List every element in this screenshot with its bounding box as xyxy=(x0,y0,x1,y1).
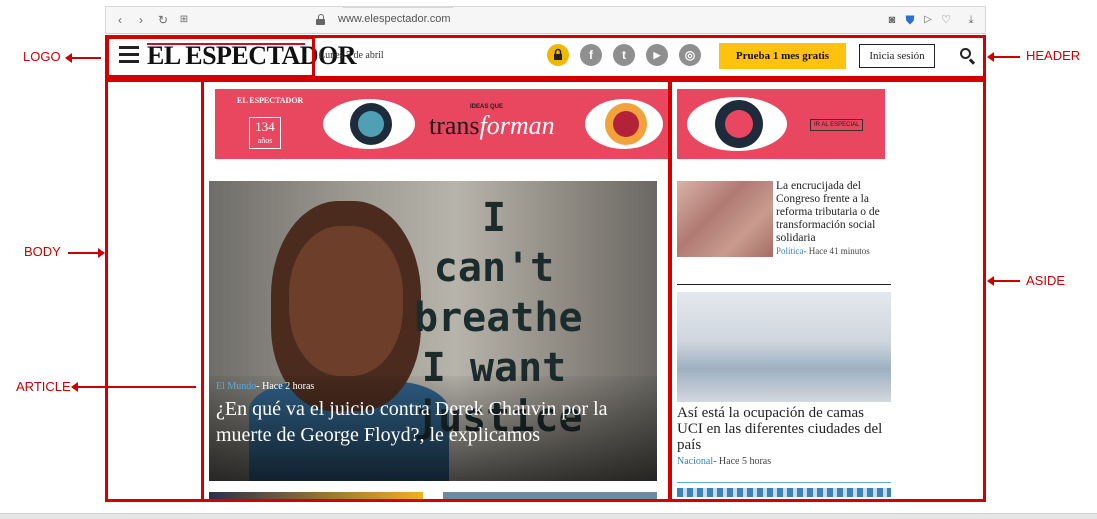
logo-region-box xyxy=(106,36,315,78)
header-annotation: HEADER xyxy=(1026,48,1081,63)
logo-arrow xyxy=(65,53,101,63)
article-annotation: ARTICLE xyxy=(16,379,71,394)
send-icon[interactable]: ▷ xyxy=(920,12,936,28)
aside-annotation: ASIDE xyxy=(1026,273,1066,288)
article-region-box xyxy=(201,79,672,502)
bottom-scroll-area xyxy=(0,513,1097,519)
article-arrow xyxy=(71,382,196,392)
logo-annotation: LOGO xyxy=(23,49,61,64)
header-arrow xyxy=(987,52,1020,62)
url-bar[interactable]: www.elespectador.com xyxy=(338,13,451,25)
back-icon[interactable]: ‹ xyxy=(112,12,128,28)
camera-icon[interactable]: ◙ xyxy=(884,12,900,28)
body-annotation: BODY xyxy=(24,244,61,259)
browser-toolbar: ‹ › ↻ ⊞ www.elespectador.com ◙ ⛊ ▷ ♡ ⤓ xyxy=(105,6,986,34)
shield-icon[interactable]: ⛊ xyxy=(902,12,918,28)
grid-icon[interactable]: ⊞ xyxy=(176,12,192,28)
aside-arrow xyxy=(987,276,1020,286)
reload-icon[interactable]: ↻ xyxy=(155,12,171,28)
lock-icon xyxy=(316,14,325,25)
tab-indicator xyxy=(343,6,453,8)
aside-region-box xyxy=(668,79,986,502)
heart-icon[interactable]: ♡ xyxy=(938,12,954,28)
body-arrow xyxy=(68,248,105,258)
download-icon[interactable]: ⤓ xyxy=(963,12,979,28)
forward-icon[interactable]: › xyxy=(133,12,149,28)
